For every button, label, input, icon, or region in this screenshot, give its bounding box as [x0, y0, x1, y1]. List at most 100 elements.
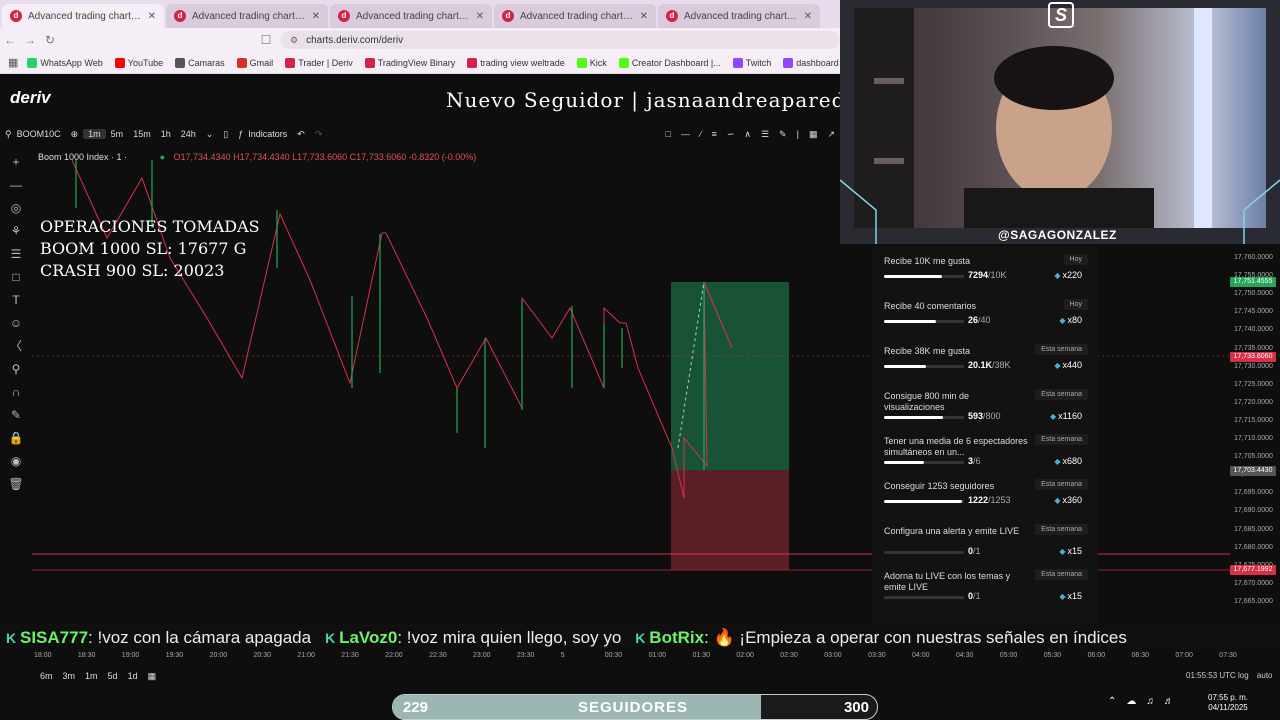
timeframe-15m[interactable]: 15m — [128, 129, 156, 139]
close-tab-icon[interactable]: ✕ — [640, 11, 648, 22]
range-6m[interactable]: 6m — [40, 671, 53, 681]
url-field[interactable]: ⚙ charts.deriv.com/deriv — [280, 31, 840, 49]
nodes-tool-icon[interactable]: ⚘ — [7, 223, 25, 240]
tray-expand-icon[interactable]: ⌃ — [1108, 696, 1116, 707]
goal-progress-fill — [884, 320, 936, 323]
bookmark-item[interactable]: Trader | Deriv — [280, 57, 358, 68]
spiral-tool-icon[interactable]: ◎ — [7, 200, 25, 217]
goal-target: /10K — [988, 270, 1007, 280]
deriv-logo[interactable]: deriv — [10, 88, 51, 108]
chat-message: K BotRix: 🔥 ¡Empieza a operar con nuestr… — [635, 628, 1127, 648]
site-info-icon[interactable]: ⚙ — [290, 35, 298, 46]
mic-icon[interactable]: ♫ — [1146, 696, 1154, 707]
vline-tool-icon[interactable]: | — [792, 129, 804, 139]
lock-icon[interactable]: 🔒 — [7, 430, 25, 447]
magnet-icon[interactable]: ∩ — [7, 384, 25, 401]
text-tool-icon[interactable]: T — [7, 292, 25, 309]
auto-scale-button[interactable]: auto — [1257, 671, 1273, 680]
channel-tool-icon[interactable]: ≡ — [707, 129, 722, 139]
back-icon[interactable]: ← — [0, 33, 20, 47]
ruler-icon[interactable]: 〈 — [7, 338, 25, 355]
pencil-tool-icon[interactable]: ✎ — [774, 129, 792, 140]
cloud-icon[interactable]: ☁ — [1126, 696, 1136, 707]
lock-drawing-icon[interactable]: ✎ — [7, 407, 25, 424]
goal-period-badge: Esta semana — [1035, 479, 1088, 490]
chevron-down-icon[interactable]: ⌄ — [201, 129, 219, 140]
browser-tab[interactable]: d Advanced trading charts & tools | Tr ✕ — [330, 4, 492, 28]
search-icon[interactable]: ⚲ — [0, 129, 17, 140]
crosshair-icon[interactable]: + — [7, 154, 25, 171]
close-tab-icon[interactable]: ✕ — [804, 11, 812, 22]
tab-title: Advanced trading charts & tools | Tr — [684, 10, 798, 22]
bookmark-item[interactable]: Camaras — [170, 57, 230, 68]
apps-grid-icon[interactable]: ▦ — [8, 56, 18, 69]
browser-tab[interactable]: d Advanced trading charts & tools | Tr ✕ — [2, 4, 164, 28]
tabs-container: dAdvanced trading charts & tools | Tr✕dA… — [2, 4, 820, 28]
range-1d[interactable]: 1d — [128, 671, 138, 681]
symbol-search-input[interactable]: BOOM10C — [17, 129, 66, 139]
eye-icon[interactable]: ◉ — [7, 453, 25, 470]
pattern-tool-icon[interactable]: ∧ — [739, 129, 756, 140]
volume-icon[interactable]: ♬ — [1164, 696, 1174, 707]
line-tool-icon[interactable]: — — [7, 177, 25, 194]
url-text: charts.deriv.com/deriv — [306, 34, 404, 46]
reload-icon[interactable]: ↻ — [40, 33, 60, 47]
shape-tool-icon[interactable]: □ — [7, 269, 25, 286]
bookmark-star-icon[interactable]: ☐ — [256, 33, 276, 47]
chart-type-icon[interactable]: ▯ — [218, 129, 233, 140]
bookmark-item[interactable]: Twitch — [728, 57, 777, 68]
goal-target: /40 — [978, 315, 991, 325]
goal-progress-text: 593/800 — [968, 411, 1001, 421]
rectangle-tool-icon[interactable]: □ — [661, 129, 676, 139]
browser-tab[interactable]: d Advanced trading charts & tools | Tr ✕ — [166, 4, 328, 28]
timeframe-1m[interactable]: 1m — [83, 129, 106, 139]
zoom-icon[interactable]: ⚲ — [7, 361, 25, 378]
range-5d[interactable]: 5d — [108, 671, 118, 681]
bookmark-item[interactable]: YouTube — [110, 57, 168, 68]
trendline-tool-icon[interactable]: ∕ — [695, 129, 707, 139]
trash-icon[interactable]: 🗑 — [7, 476, 25, 493]
operations-title: OPERACIONES TOMADAS — [40, 217, 260, 236]
range-buttons: 6m 3m 1m 5d 1d — [40, 671, 138, 681]
timeframe-24h[interactable]: 24h — [176, 129, 201, 139]
time-tick-label: 20:00 — [209, 652, 228, 659]
close-tab-icon[interactable]: ✕ — [312, 11, 320, 22]
log-scale-button[interactable]: log — [1238, 671, 1249, 680]
close-tab-icon[interactable]: ✕ — [476, 11, 484, 22]
indicators-icon[interactable]: ƒ — [233, 129, 248, 139]
followers-label: SEGUIDORES — [578, 699, 689, 716]
bookmark-item[interactable]: TradingView Binary — [360, 57, 461, 68]
close-tab-icon[interactable]: ✕ — [148, 11, 156, 22]
bookmark-item[interactable]: trading view weltrade — [462, 57, 570, 68]
bookmark-item[interactable]: Creator Dashboard |... — [614, 57, 726, 68]
goal-target: /6 — [973, 456, 981, 466]
redo-icon[interactable]: ↷ — [310, 129, 328, 140]
emoji-tool-icon[interactable]: ☺ — [7, 315, 25, 332]
goal-progress-bar — [884, 320, 964, 323]
time-tick-label: 04:00 — [912, 652, 930, 659]
goal-progress-text: 1222/1253 — [968, 495, 1011, 505]
range-3m[interactable]: 3m — [63, 671, 76, 681]
timeframe-1h[interactable]: 1h — [156, 129, 176, 139]
browser-tab[interactable]: d Advanced trading charts & tools | Tr ✕ — [494, 4, 656, 28]
bookmark-item[interactable]: Kick — [572, 57, 612, 68]
browser-tab[interactable]: d Advanced trading charts & tools | Tr ✕ — [658, 4, 820, 28]
timeframe-5m[interactable]: 5m — [106, 129, 129, 139]
taskbar-clock[interactable]: 07:55 p. m. 04/11/2025 — [1208, 693, 1248, 713]
brush-tool-icon[interactable]: ∽ — [722, 129, 740, 140]
fib-tool-icon[interactable]: ☰ — [756, 129, 774, 140]
undo-icon[interactable]: ↶ — [292, 129, 310, 140]
forward-icon[interactable]: → — [20, 33, 40, 47]
bookmark-item[interactable]: Gmail — [232, 57, 279, 68]
bookmark-item[interactable]: WhatsApp Web — [22, 57, 107, 68]
range-1m[interactable]: 1m — [85, 671, 98, 681]
hline-tool-icon[interactable]: — — [676, 129, 695, 139]
indicators-button[interactable]: Indicators — [248, 129, 292, 139]
tab-title: Advanced trading charts & tools | Tr — [356, 10, 470, 22]
price-tick-label: 17,695.0000 — [1234, 489, 1273, 497]
grid-tool-icon[interactable]: ▦ — [804, 129, 823, 140]
compare-add-icon[interactable]: ⊕ — [66, 129, 84, 140]
calendar-icon[interactable]: ▦ — [148, 671, 157, 682]
fib-retracement-icon[interactable]: ☰ — [7, 246, 25, 263]
ray-tool-icon[interactable]: ↗ — [822, 129, 840, 140]
